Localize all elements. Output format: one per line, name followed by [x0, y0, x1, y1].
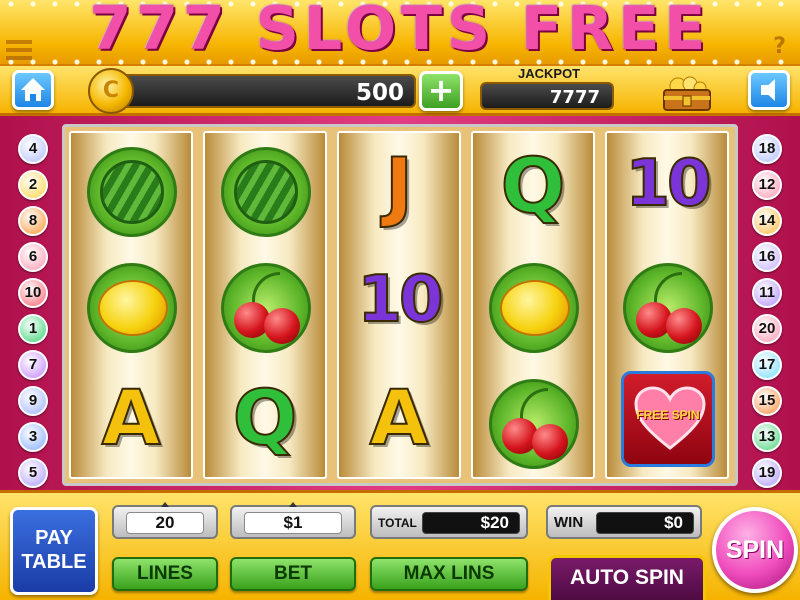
triangle-up-icon [161, 502, 169, 507]
reel-frame: A Q J 10 A Q 10 FREE SPIN [62, 124, 738, 486]
payline-right-indicator[interactable]: 15 [752, 386, 782, 416]
reel-2: Q [203, 131, 327, 479]
coin-balance-bar: 500 [96, 74, 416, 108]
marquee-lights-bottom [0, 58, 800, 66]
watermelon-icon [221, 147, 311, 237]
lemon-symbol [473, 249, 593, 365]
lemon-symbol [71, 249, 191, 365]
win-value: $0 [596, 512, 694, 534]
symbol-a-text: A [369, 372, 430, 463]
menu-icon[interactable] [6, 40, 32, 60]
bet-value-box: $1 [230, 502, 356, 539]
payline-left-indicator[interactable]: 3 [18, 422, 48, 452]
jackpot-display: 7777 [480, 82, 614, 110]
symbol-ten-text: 10 [624, 146, 712, 222]
symbol-ten-text: 10 [356, 262, 444, 338]
auto-spin-button[interactable]: AUTO SPIN [548, 555, 706, 600]
title-banner: 777 SLOTS FREE ? [0, 0, 800, 66]
cherry-symbol [607, 249, 727, 365]
bet-button[interactable]: BET [230, 557, 356, 591]
status-bar: 500 C + JACKPOT 7777 [0, 66, 800, 116]
symbol-ten: 10 [607, 133, 727, 249]
symbol-j: J [339, 133, 459, 249]
symbol-a-text: A [101, 372, 162, 463]
payline-left-indicator[interactable]: 1 [18, 314, 48, 344]
payline-left-indicator[interactable]: 4 [18, 134, 48, 164]
payline-left-indicator[interactable]: 9 [18, 386, 48, 416]
home-button[interactable] [12, 70, 54, 110]
lines-value-box: 20 [112, 502, 218, 539]
win-label: WIN [554, 514, 584, 531]
cherry-symbol [205, 249, 325, 365]
symbol-a: A [339, 365, 459, 481]
lines-button[interactable]: LINES [112, 557, 218, 591]
reel-5: 10 FREE SPIN [605, 131, 729, 479]
coin-icon: C [88, 68, 134, 114]
total-bet-box: TOTAL $20 [370, 505, 528, 539]
payline-right-indicator[interactable]: 19 [752, 458, 782, 488]
watermelon-symbol [71, 133, 191, 249]
triangle-up-icon [289, 502, 297, 507]
cherry-symbol [473, 365, 593, 481]
payline-right-indicator[interactable]: 20 [752, 314, 782, 344]
payline-right-indicator[interactable]: 16 [752, 242, 782, 272]
total-value: $20 [422, 512, 520, 534]
win-box: WIN $0 [546, 505, 702, 539]
symbol-j-text: J [384, 140, 414, 231]
payline-right-indicator[interactable]: 14 [752, 206, 782, 236]
cherry-icon [489, 379, 579, 469]
reel-1: A [69, 131, 193, 479]
bet-value: $1 [244, 512, 342, 534]
symbol-a: A [71, 365, 191, 481]
pay-table-button[interactable]: PAY TABLE [10, 507, 98, 595]
cherry-icon [221, 263, 311, 353]
control-bar: PAY TABLE 20 $1 TOTAL $20 WIN $0 LINES B… [0, 490, 800, 600]
jackpot-label: JACKPOT [518, 66, 581, 81]
payline-left-indicator[interactable]: 8 [18, 206, 48, 236]
treasure-chest-icon [663, 76, 711, 111]
free-spin-tile: FREE SPIN [621, 371, 715, 467]
payline-right-indicator[interactable]: 13 [752, 422, 782, 452]
coin-balance: 500 [355, 80, 404, 106]
payline-left-indicator[interactable]: 7 [18, 350, 48, 380]
payline-right-indicator[interactable]: 18 [752, 134, 782, 164]
watermelon-icon [87, 147, 177, 237]
watermelon-symbol [205, 133, 325, 249]
lines-value: 20 [126, 512, 204, 534]
payline-right-indicator[interactable]: 12 [752, 170, 782, 200]
spin-button[interactable]: SPIN [712, 507, 798, 593]
symbol-q-text: Q [500, 140, 567, 231]
free-spin-label: FREE SPIN [636, 408, 700, 422]
reel-area: 4 2 8 6 10 1 7 9 3 5 18 12 14 16 11 20 17 15 13 19 A Q J 10 A Q… [0, 116, 800, 490]
sound-button[interactable] [748, 70, 790, 110]
symbol-q-text: Q [232, 372, 299, 463]
payline-right-indicator[interactable]: 11 [752, 278, 782, 308]
symbol-ten: 10 [339, 249, 459, 365]
payline-left-indicator[interactable]: 2 [18, 170, 48, 200]
cherry-icon [623, 263, 713, 353]
payline-right-indicator[interactable]: 17 [752, 350, 782, 380]
total-label: TOTAL [378, 516, 417, 530]
symbol-q: Q [473, 133, 593, 249]
payline-indicators-right: 18 12 14 16 11 20 17 15 13 19 [748, 116, 786, 490]
payline-left-indicator[interactable]: 5 [18, 458, 48, 488]
add-coins-button[interactable]: + [419, 71, 463, 111]
game-title: 777 SLOTS FREE [89, 0, 711, 64]
symbol-q: Q [205, 365, 325, 481]
reel-3: J 10 A [337, 131, 461, 479]
max-lines-button[interactable]: MAX LINS [370, 557, 528, 591]
payline-indicators-left: 4 2 8 6 10 1 7 9 3 5 [14, 116, 52, 490]
payline-left-indicator[interactable]: 10 [18, 278, 48, 308]
lemon-icon [489, 263, 579, 353]
free-spin-symbol: FREE SPIN [607, 365, 727, 481]
jackpot-value: 7777 [549, 87, 600, 108]
reel-4: Q [471, 131, 595, 479]
payline-left-indicator[interactable]: 6 [18, 242, 48, 272]
lemon-icon [87, 263, 177, 353]
help-icon[interactable]: ? [773, 34, 786, 59]
